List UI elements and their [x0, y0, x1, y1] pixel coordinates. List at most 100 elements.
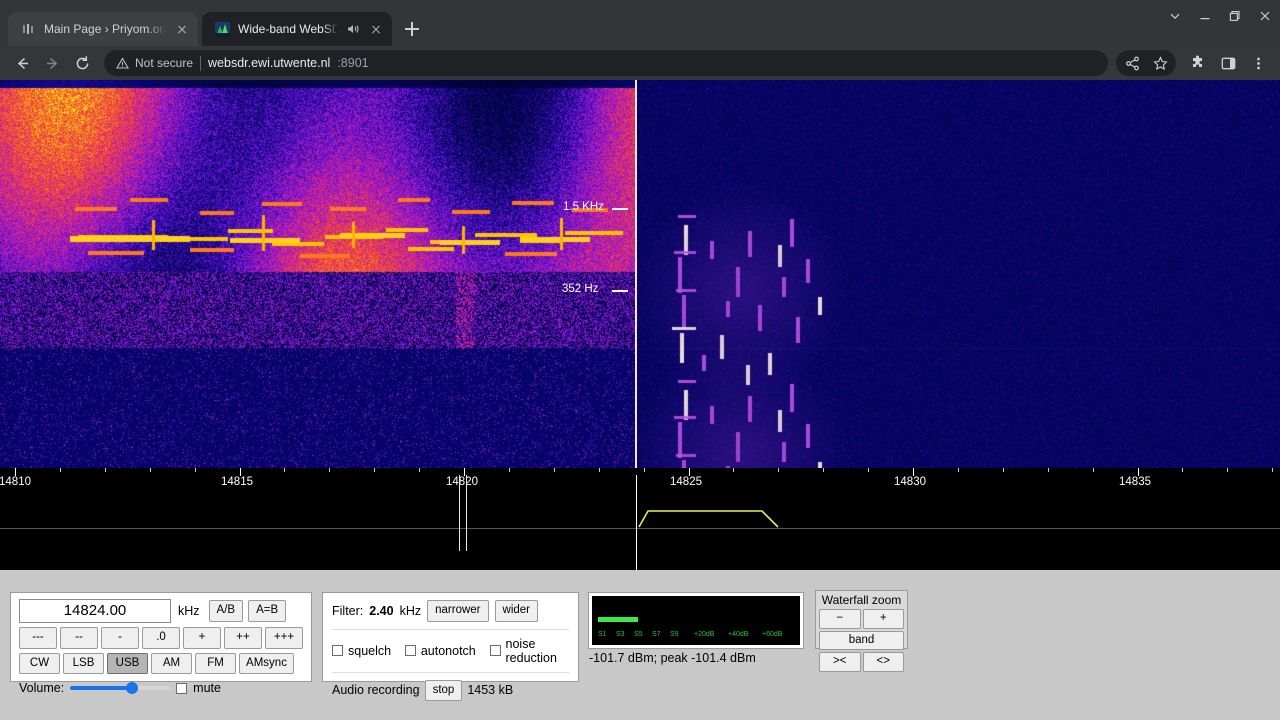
volume-label: Volume:: [19, 681, 65, 695]
not-secure-indicator[interactable]: Not secure: [116, 56, 193, 70]
bookmark-star-icon[interactable]: [1146, 49, 1174, 77]
tab-2-close-icon[interactable]: [368, 21, 384, 37]
zoom-expand-button[interactable]: <>: [862, 652, 904, 672]
freq-scale-label-3: 14825: [670, 476, 702, 488]
frequency-input[interactable]: 14824.00: [19, 599, 171, 623]
ab-button[interactable]: A/B: [208, 600, 244, 622]
address-bar[interactable]: Not secure websdr.ewi.utwente.nl :8901: [104, 50, 1108, 76]
mode-button-fm[interactable]: FM: [195, 652, 236, 674]
tuning-cursor-line[interactable]: [635, 80, 637, 468]
omnibox-divider: [200, 55, 202, 71]
noise-reduction-label: noise reduction: [505, 636, 557, 665]
new-tab-button[interactable]: [398, 15, 426, 43]
zoom-inout-row: − +: [819, 609, 904, 629]
mute-checkbox[interactable]: [176, 682, 188, 694]
minimize-icon[interactable]: [1190, 1, 1220, 31]
websdr-icon: [214, 21, 230, 37]
freq-step-button-4[interactable]: +: [183, 627, 221, 649]
filter-width-row: Filter: 2.40 kHz narrower wider: [332, 600, 569, 622]
share-icon[interactable]: [1118, 49, 1146, 77]
tuning-marker-line: [636, 475, 637, 529]
browser-tab-2[interactable]: Wide-band WebSDR in Ensch: [202, 12, 392, 46]
freq-step-button-2[interactable]: -: [101, 627, 139, 649]
control-panels: 14824.00 kHz A/B A=B --- -- - .0 + ++ +++ CW LS…: [0, 570, 1280, 720]
side-panel-icon[interactable]: [1214, 49, 1242, 77]
wider-button[interactable]: wider: [494, 600, 538, 622]
freq-step-button-1[interactable]: --: [60, 627, 98, 649]
extensions-puzzle-icon[interactable]: [1184, 49, 1212, 77]
forward-arrow-icon[interactable]: [38, 49, 66, 77]
squelch-checkbox[interactable]: [332, 645, 343, 656]
recording-size-label: 1453 kB: [467, 683, 514, 698]
frequency-panel: 14824.00 kHz A/B A=B --- -- - .0 + ++ +++ CW LS…: [10, 592, 312, 695]
zoom-out-button[interactable]: −: [819, 609, 861, 629]
freq-tick-minor: [1182, 468, 1184, 472]
freq-step-button-3[interactable]: .0: [142, 627, 180, 649]
a-equals-b-button[interactable]: A=B: [248, 600, 287, 622]
volume-thumb[interactable]: [126, 682, 139, 694]
freq-step-button-5[interactable]: ++: [224, 627, 262, 649]
mode-button-usb[interactable]: USB: [107, 652, 148, 674]
meter-scale-label-3: S7: [652, 631, 661, 638]
browser-tab-1[interactable]: Main Page › Priyom.org: [8, 12, 198, 46]
toolbar-right-actions: [1116, 49, 1272, 77]
freq-scale-label-5: 14835: [1119, 476, 1151, 488]
freq-tick-minor: [374, 468, 376, 472]
signal-readout-wrap: -101.7 dBm; peak -101.4 dBm: [589, 650, 805, 665]
maximize-icon[interactable]: [1220, 1, 1250, 31]
url-port-text: :8901: [337, 56, 369, 70]
station-marker-extend-1: [466, 529, 467, 551]
close-icon[interactable]: [1250, 1, 1280, 31]
signal-readout-text: -101.7 dBm; peak -101.4 dBm: [589, 651, 756, 665]
zoom-in-button[interactable]: +: [862, 609, 904, 629]
back-arrow-icon[interactable]: [8, 49, 36, 77]
noise-reduction-checkbox[interactable]: [489, 645, 501, 656]
freq-tick-minor: [419, 468, 421, 472]
autonotch-label: autonotch: [420, 643, 476, 658]
signal-strength-bar: [598, 617, 638, 622]
waterfall-canvas[interactable]: [0, 80, 1280, 468]
freq-tick-major: [15, 468, 16, 476]
zoom-shrink-button[interactable]: ><: [819, 652, 861, 672]
filter-divider-1: [332, 628, 569, 630]
meter-scale-label-2: S5: [634, 631, 643, 638]
annotation-dash-0: [612, 208, 628, 210]
freq-tick-minor: [643, 468, 645, 472]
freq-tick-major: [1137, 468, 1139, 476]
freq-step-button-6[interactable]: +++: [265, 627, 303, 649]
station-marker-line-0: [459, 475, 460, 529]
freq-tick-minor: [508, 468, 510, 472]
frequency-scale[interactable]: 14810 14815 14820 14825 14830 14835: [0, 468, 1280, 502]
freq-tick-major: [688, 468, 690, 476]
tab-1-close-icon[interactable]: [174, 21, 190, 37]
waterfall-zoom-panel: Waterfall zoom − + band >< <>: [815, 590, 908, 672]
zoom-band-button[interactable]: band: [819, 630, 904, 650]
freq-tick-minor: [868, 468, 870, 472]
reload-icon[interactable]: [68, 49, 96, 77]
tab-audio-playing-icon[interactable]: [346, 22, 360, 36]
narrower-button[interactable]: narrower: [427, 600, 489, 622]
three-dot-menu-icon[interactable]: [1244, 49, 1272, 77]
filter-width-unit: kHz: [399, 603, 422, 618]
mode-button-cw[interactable]: CW: [19, 652, 60, 674]
waterfall-annotation-1: 352 Hz: [562, 283, 599, 295]
volume-fill: [70, 686, 133, 690]
freq-tick-minor: [553, 468, 555, 472]
mode-button-amsync[interactable]: AMsync: [239, 652, 294, 674]
waterfall-spectrogram[interactable]: 1.5 KHz 352 Hz: [0, 80, 1280, 468]
passband-zone: [0, 475, 1280, 529]
recording-stop-button[interactable]: stop: [424, 679, 463, 701]
mode-button-am[interactable]: AM: [151, 652, 192, 674]
frequency-unit-label: kHz: [178, 604, 200, 618]
volume-slider[interactable]: [70, 681, 171, 695]
autonotch-checkbox[interactable]: [404, 645, 416, 656]
audio-recording-row: Audio recording stop 1453 kB: [332, 679, 569, 701]
frequency-step-buttons: --- -- - .0 + ++ +++: [19, 627, 303, 649]
mode-buttons: CW LSB USB AM FM AMsync: [19, 652, 303, 674]
freq-tick-minor: [1272, 468, 1274, 472]
mode-button-lsb[interactable]: LSB: [63, 652, 104, 674]
freq-tick-minor: [194, 468, 196, 472]
tab-search-chevron-down-icon[interactable]: [1160, 1, 1190, 31]
signal-meter-scale: S1 S3 S5 S7 S9 +20dB +40dB +60dB: [592, 631, 800, 641]
freq-step-button-0[interactable]: ---: [19, 627, 57, 649]
